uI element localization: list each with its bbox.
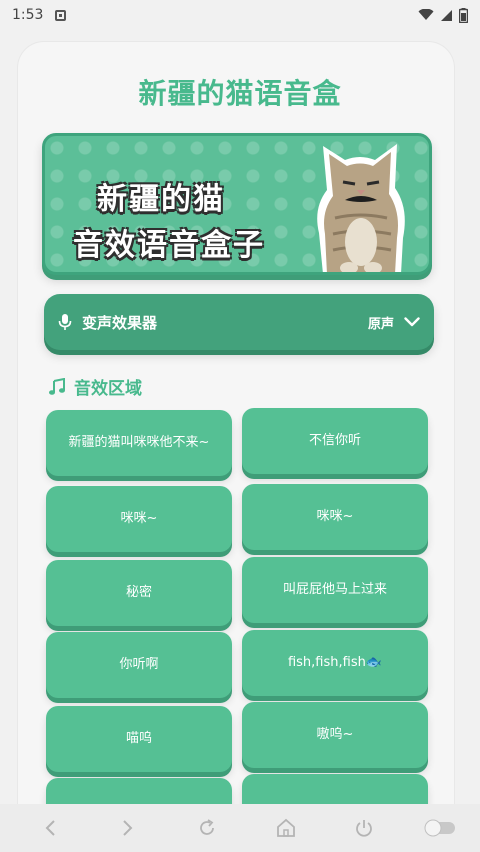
sound-button[interactable]: fish,fish,fish🐟 [242,630,428,696]
refresh-icon [200,819,214,835]
forward-button[interactable] [116,816,140,840]
sound-button[interactable]: 秘密 [46,560,232,626]
toggle-button[interactable] [424,816,456,840]
sound-button[interactable]: 咪咪~ [46,486,232,552]
banner-line2: 音效语音盒子 [73,228,265,263]
battery-icon [459,7,468,23]
app-title: 新疆的猫语音盒 [138,77,342,110]
back-button[interactable] [38,816,62,840]
sound-button[interactable]: 你听啊 [46,632,232,698]
cat-image [317,144,405,272]
wifi-icon [418,9,434,20]
power-icon [356,820,372,837]
back-icon [45,820,55,836]
sound-button[interactable]: 喵呜 [46,706,232,772]
voice-effect-label: 变声效果器 [82,313,158,332]
forward-icon [123,820,133,836]
sound-button[interactable]: 叫屁屁他马上过来 [242,557,428,623]
status-bar: 1:53 [0,0,480,30]
sound-button[interactable]: 咪咪~ [242,484,428,550]
signal-icon [441,9,452,21]
notification-icon [55,9,67,21]
section-header: 音效区域 [48,374,142,399]
voice-effect-value: 原声 [367,316,394,332]
section-title: 音效区域 [74,379,142,399]
home-button[interactable] [274,816,298,840]
sound-button[interactable]: 嗷呜~ [242,702,428,768]
banner: 新疆的猫 音效语音盒子 [42,133,432,275]
microphone-icon [58,314,72,330]
banner-line1: 新疆的猫 [97,182,225,217]
power-button[interactable] [352,816,376,840]
voice-effect-selector[interactable]: 变声效果器 原声 [44,294,434,350]
sound-button[interactable]: 不信你听 [242,408,428,474]
sound-button[interactable]: 新疆的猫叫咪咪他不来~ [46,410,232,476]
chevron-down-icon [404,317,420,327]
bottom-nav-bar [0,804,480,852]
toggle-icon [424,819,455,837]
refresh-button[interactable] [195,816,219,840]
music-note-icon [49,377,65,395]
home-icon [277,818,295,837]
status-time: 1:53 [12,7,44,23]
